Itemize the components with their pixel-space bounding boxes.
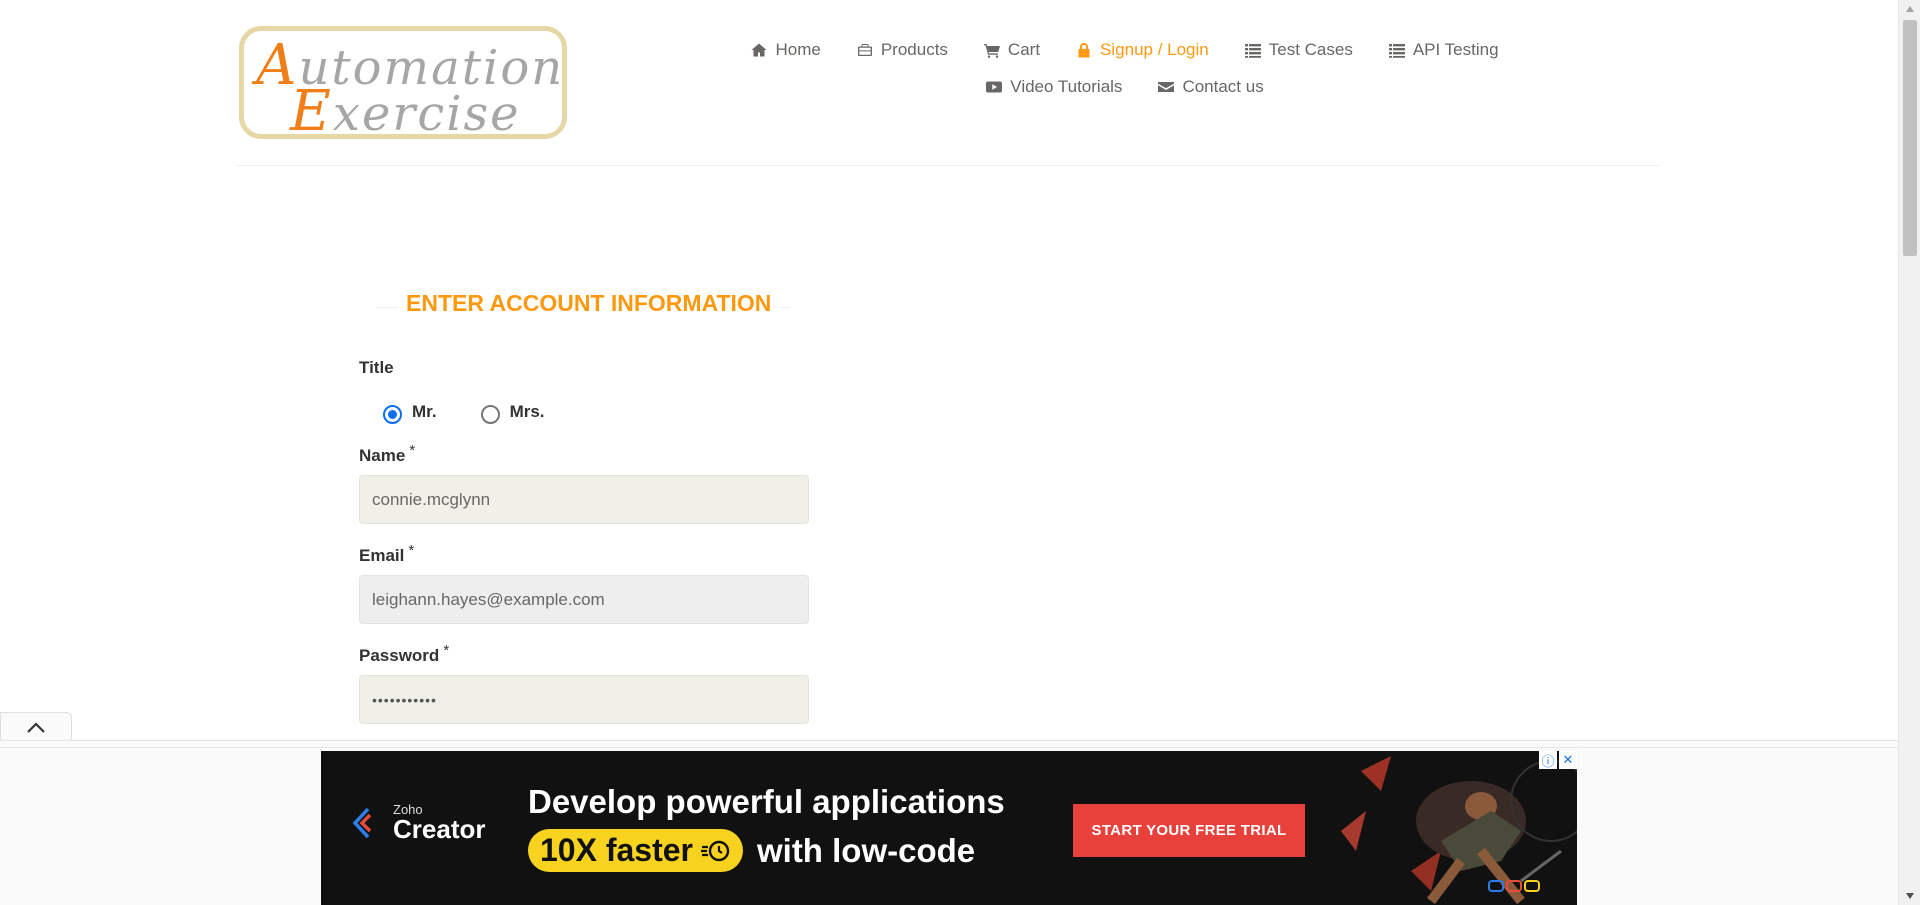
- logo-line-2-rest: xercise: [332, 86, 521, 139]
- title-mrs-radio[interactable]: [480, 405, 500, 424]
- title-radio-group: Mr. Mrs.: [383, 400, 589, 424]
- page-scrollbar[interactable]: [1898, 0, 1920, 905]
- email-label-text: Email: [359, 546, 405, 565]
- form-heading-wrap: ENTER ACCOUNT INFORMATION: [376, 286, 790, 326]
- nav-signup-login[interactable]: Signup / Login: [1058, 38, 1227, 62]
- scroll-up-arrow-icon[interactable]: [1899, 0, 1920, 18]
- main-nav: Home Products Cart Signup / Login Test C…: [725, 38, 1525, 99]
- password-label-text: Password: [359, 646, 440, 665]
- ad-pill: 10X faster: [528, 829, 743, 872]
- ad-controls: ⓘ ✕: [1539, 751, 1577, 769]
- nav-products[interactable]: Products: [839, 38, 966, 62]
- nav-home[interactable]: Home: [733, 38, 838, 62]
- close-icon[interactable]: ✕: [1559, 751, 1577, 769]
- ad-brand-big: Creator: [393, 814, 486, 844]
- title-mrs-label: Mrs.: [509, 402, 545, 421]
- email-input[interactable]: leighann.hayes@example.com: [359, 575, 809, 624]
- password-label: Password *: [359, 642, 449, 666]
- ad-subline: with low-code: [756, 831, 976, 869]
- home-icon: [751, 43, 767, 57]
- ad-runner-illustration: [1341, 756, 1577, 905]
- list-icon: [1244, 44, 1261, 58]
- nav-video-tutorials[interactable]: Video Tutorials: [968, 75, 1140, 99]
- chevron-up-icon: [27, 721, 45, 733]
- nav-signup-login-label: Signup / Login: [1100, 40, 1209, 59]
- title-label: Title: [359, 358, 394, 377]
- password-input[interactable]: •••••••••••: [359, 675, 809, 724]
- youtube-icon: [986, 81, 1003, 93]
- nav-row-1: Home Products Cart Signup / Login Test C…: [725, 38, 1525, 62]
- ad-collapse-button[interactable]: [0, 712, 72, 742]
- nav-test-cases[interactable]: Test Cases: [1227, 38, 1371, 62]
- nav-cart[interactable]: Cart: [966, 38, 1058, 62]
- lock-icon: [1078, 43, 1090, 58]
- title-mrs-option[interactable]: Mrs.: [480, 400, 545, 424]
- title-mr-option[interactable]: Mr.: [383, 400, 437, 424]
- speed-clock-icon: [700, 840, 730, 861]
- nav-row-2: Video Tutorials Contact us: [725, 75, 1525, 99]
- required-mark: *: [409, 442, 416, 459]
- nav-home-label: Home: [775, 40, 821, 59]
- nav-products-label: Products: [880, 40, 948, 59]
- site-logo[interactable]: Automation Exercise: [239, 26, 567, 139]
- info-icon[interactable]: ⓘ: [1539, 751, 1557, 769]
- envelope-icon: [1158, 82, 1175, 92]
- site-header: Automation Exercise Home Products Cart S…: [235, 0, 1661, 166]
- required-mark: *: [443, 642, 450, 659]
- form-heading: ENTER ACCOUNT INFORMATION: [398, 290, 780, 317]
- name-input[interactable]: connie.mcglynn: [359, 475, 809, 524]
- nav-cart-label: Cart: [1007, 40, 1041, 59]
- title-mr-radio[interactable]: [383, 405, 402, 424]
- logo-line-2: Exercise: [290, 79, 521, 139]
- ad-banner[interactable]: Zoho Creator Develop powerful applicatio…: [321, 751, 1577, 905]
- cart-icon: [983, 44, 1000, 58]
- scroll-down-arrow-icon[interactable]: [1899, 887, 1920, 905]
- scroll-thumb[interactable]: [1903, 20, 1917, 256]
- list-icon: [1388, 44, 1405, 58]
- ad-overlay-divider: [0, 747, 1898, 748]
- email-label: Email *: [359, 542, 414, 566]
- briefcase-icon: [857, 44, 872, 56]
- nav-test-cases-label: Test Cases: [1268, 40, 1353, 59]
- name-label-text: Name: [359, 446, 406, 465]
- ad-pill-text: 10X faster: [540, 832, 693, 868]
- nav-api-testing-label: API Testing: [1412, 40, 1499, 59]
- nav-video-tutorials-label: Video Tutorials: [1010, 77, 1123, 96]
- nav-contact-us-label: Contact us: [1182, 77, 1264, 96]
- required-mark: *: [408, 542, 415, 559]
- nav-api-testing[interactable]: API Testing: [1371, 38, 1517, 62]
- name-label: Name *: [359, 442, 415, 466]
- ad-headline: Develop powerful applications: [528, 783, 1005, 820]
- zoho-creator-icon: [352, 807, 372, 838]
- nav-contact-us[interactable]: Contact us: [1140, 75, 1281, 99]
- ad-brand: Zoho Creator: [351, 803, 485, 842]
- ad-subline-row: 10X faster with low-code: [528, 829, 975, 872]
- title-mr-label: Mr.: [412, 402, 437, 421]
- ad-cta-button[interactable]: START YOUR FREE TRIAL: [1073, 804, 1305, 857]
